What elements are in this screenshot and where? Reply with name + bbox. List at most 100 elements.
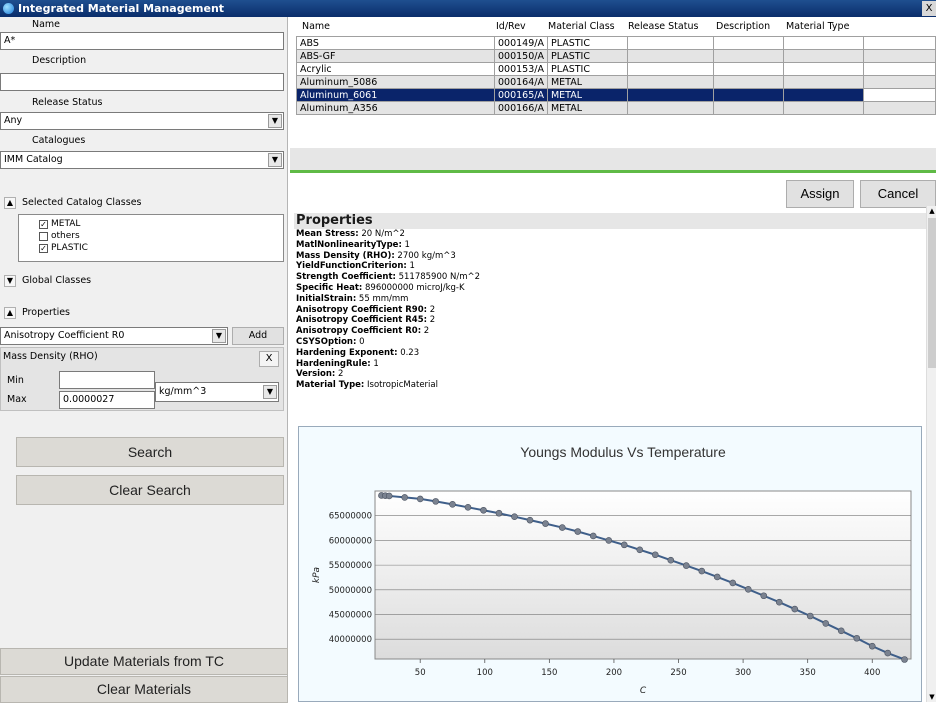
- property-key: Strength Coefficient:: [296, 272, 396, 283]
- global-classes-label: Global Classes: [22, 275, 92, 286]
- property-key: YieldFunctionCriterion:: [296, 261, 407, 272]
- property-row: CSYSOption: 0: [294, 337, 926, 348]
- data-point: [589, 532, 597, 540]
- data-point: [401, 494, 409, 501]
- catalogue-value: IMM Catalog: [4, 154, 63, 165]
- min-input[interactable]: [59, 371, 155, 389]
- property-value: 0: [356, 336, 365, 347]
- chart-panel: Youngs Modulus Vs Temperature 40000000 450…: [298, 426, 922, 702]
- chevron-up-icon[interactable]: ▲: [4, 197, 16, 209]
- data-point: [698, 567, 706, 575]
- property-row: MatlNonlinearityType: 1: [294, 240, 926, 251]
- chevron-up-icon[interactable]: ▲: [4, 307, 16, 319]
- clear-search-button[interactable]: Clear Search: [16, 475, 284, 505]
- close-window-button[interactable]: X: [922, 1, 936, 16]
- description-input[interactable]: [0, 73, 284, 91]
- column-header[interactable]: Description: [716, 21, 770, 32]
- data-point: [729, 579, 737, 587]
- data-point: [901, 656, 908, 663]
- catalogue-select[interactable]: IMM Catalog ▼: [0, 151, 284, 169]
- property-value: 2: [335, 369, 344, 380]
- checkbox-checked[interactable]: ✓: [39, 244, 48, 253]
- column-header[interactable]: Material Type: [786, 21, 849, 32]
- class-item-plastic[interactable]: ✓ PLASTIC: [37, 242, 283, 254]
- properties-list: Mean Stress: 20 N/m^2 MatlNonlinearityTyp…: [294, 229, 926, 391]
- remove-filter-button[interactable]: X: [259, 351, 279, 367]
- table-row-selected[interactable]: Aluminum_6061 000165/A METAL: [296, 88, 936, 102]
- property-value: Anisotropy Coefficient R0: [4, 330, 125, 341]
- property-key: Anisotropy Coefficient R90:: [296, 304, 428, 315]
- max-input[interactable]: 0.0000027: [59, 391, 155, 409]
- chevron-down-icon[interactable]: ▼: [263, 385, 277, 399]
- selected-classes-header[interactable]: ▲ Selected Catalog Classes: [0, 196, 142, 210]
- table-row[interactable]: ABS-GF 000150/A PLASTIC: [296, 49, 936, 63]
- column-header[interactable]: Release Status: [628, 21, 698, 32]
- properties-header[interactable]: ▲ Properties: [0, 306, 70, 320]
- data-point: [605, 537, 613, 544]
- data-point: [791, 605, 799, 613]
- table-row[interactable]: Aluminum_A356 000166/A METAL: [296, 101, 936, 115]
- chevron-down-icon[interactable]: ▼: [212, 329, 226, 343]
- property-value: 2: [427, 304, 436, 315]
- release-status-value: Any: [4, 115, 23, 126]
- y-tick-label: 50000000: [329, 586, 372, 596]
- name-input[interactable]: A*: [0, 32, 284, 50]
- y-tick-label: 65000000: [329, 512, 372, 522]
- data-point: [837, 627, 845, 635]
- chevron-down-icon[interactable]: ▼: [4, 275, 16, 287]
- scroll-down-icon[interactable]: ▼: [927, 692, 936, 702]
- y-tick-label: 40000000: [329, 635, 372, 645]
- property-value: 55 mm/mm: [356, 293, 409, 304]
- unit-value: kg/mm^3: [159, 386, 207, 397]
- unit-select[interactable]: kg/mm^3 ▼: [155, 382, 279, 402]
- chevron-down-icon[interactable]: ▼: [268, 114, 282, 128]
- chart-title: Youngs Modulus Vs Temperature: [520, 444, 726, 460]
- property-key: Anisotropy Coefficient R45:: [296, 315, 428, 326]
- cancel-button[interactable]: Cancel: [860, 180, 936, 208]
- scroll-up-icon[interactable]: ▲: [927, 206, 936, 216]
- property-key: HardeningRule:: [296, 358, 371, 369]
- x-tick-label: 100: [477, 668, 493, 678]
- scroll-thumb[interactable]: [928, 218, 936, 368]
- column-header[interactable]: Name: [302, 21, 330, 32]
- class-item-metal[interactable]: ✓ METAL: [37, 218, 283, 230]
- search-button[interactable]: Search: [16, 437, 284, 467]
- data-point: [884, 649, 892, 657]
- data-point: [868, 642, 876, 650]
- property-select[interactable]: Anisotropy Coefficient R0 ▼: [0, 327, 228, 345]
- checkbox-unchecked[interactable]: [39, 232, 48, 241]
- add-property-button[interactable]: Add: [232, 327, 284, 345]
- property-key: Specific Heat:: [296, 282, 363, 293]
- chevron-down-icon[interactable]: ▼: [268, 153, 282, 167]
- name-label: Name: [32, 19, 61, 30]
- app-globe-icon: [3, 3, 14, 14]
- column-header[interactable]: Material Class: [548, 21, 615, 32]
- property-row: Mass Density (RHO): 2700 kg/m^3: [294, 251, 926, 262]
- column-header[interactable]: Id/Rev: [496, 21, 526, 32]
- x-tick-label: 250: [670, 668, 686, 678]
- x-tick-label: 300: [735, 668, 751, 678]
- update-materials-button[interactable]: Update Materials from TC: [0, 648, 288, 675]
- checkbox-checked[interactable]: ✓: [39, 220, 48, 229]
- data-point: [480, 506, 487, 514]
- splitter[interactable]: [290, 170, 936, 173]
- property-row: Hardening Exponent: 0.23: [294, 348, 926, 359]
- data-point: [449, 501, 456, 508]
- properties-scrollbar[interactable]: ▲ ▼: [926, 206, 936, 702]
- global-classes-header[interactable]: ▼ Global Classes: [0, 274, 91, 288]
- release-status-label: Release Status: [32, 97, 103, 108]
- property-key: Version:: [296, 369, 336, 380]
- release-status-select[interactable]: Any ▼: [0, 112, 284, 130]
- table-row[interactable]: ABS 000149/A PLASTIC: [296, 36, 936, 50]
- property-row: Mean Stress: 20 N/m^2: [294, 229, 926, 240]
- table-row[interactable]: Acrylic 000153/A PLASTIC: [296, 62, 936, 76]
- x-axis-label: C: [640, 686, 647, 696]
- property-value: 20 N/m^2: [358, 229, 405, 239]
- table-row[interactable]: Aluminum_5086 000164/A METAL: [296, 75, 936, 89]
- class-item-others[interactable]: others: [37, 230, 283, 242]
- property-row: Material Type: IsotropicMaterial: [294, 380, 926, 391]
- clear-materials-button[interactable]: Clear Materials: [0, 676, 288, 703]
- assign-button[interactable]: Assign: [786, 180, 854, 208]
- property-filter: Mass Density (RHO) X Min Max 0.0000027 k…: [0, 347, 284, 411]
- catalogues-label: Catalogues: [32, 135, 86, 146]
